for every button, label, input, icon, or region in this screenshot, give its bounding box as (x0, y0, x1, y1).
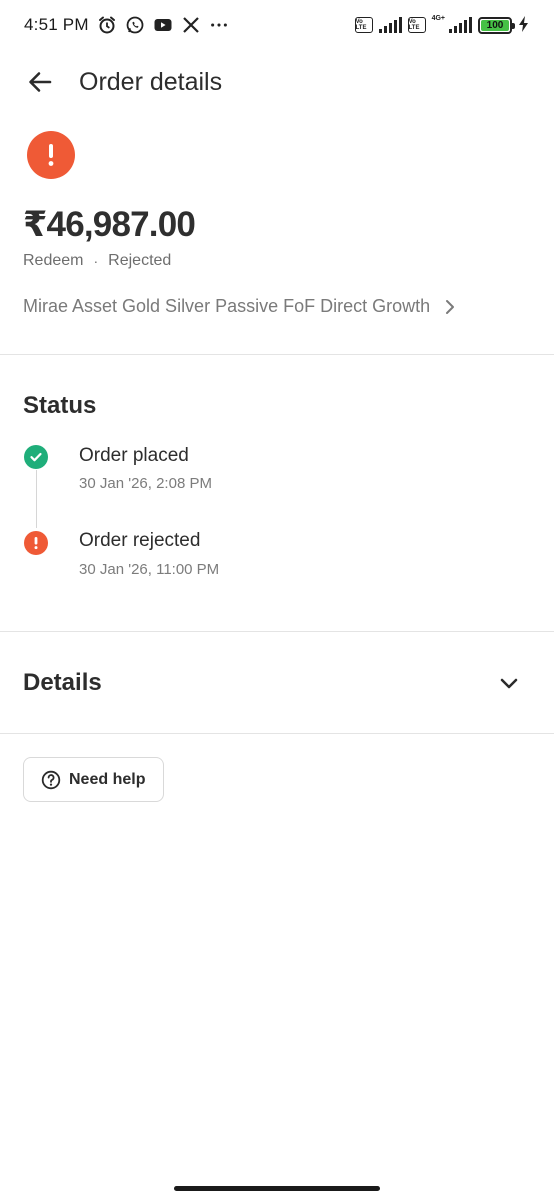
step-time: 30 Jan '26, 11:00 PM (79, 561, 220, 578)
divider (0, 631, 554, 632)
order-meta: Redeem · Rejected (23, 252, 171, 270)
status-bar: 4:51 PM Vo LTE Vo LTE 4G+ 100 (0, 0, 554, 50)
details-expander[interactable]: Details (0, 653, 554, 713)
app-header: Order details (0, 56, 554, 108)
step-placed-status (24, 445, 48, 469)
alert-icon (34, 537, 38, 550)
home-indicator[interactable] (174, 1186, 380, 1191)
details-section-title: Details (23, 669, 102, 696)
status-section-title: Status (23, 392, 97, 419)
youtube-icon (153, 15, 173, 35)
divider (0, 354, 554, 355)
whatsapp-icon (125, 15, 145, 35)
arrow-left-icon (29, 72, 52, 92)
meta-separator: · (93, 253, 99, 269)
step-title: Order rejected (79, 530, 201, 551)
status-time: 4:51 PM (24, 15, 89, 34)
signal-icon-2 (449, 17, 472, 33)
fund-name: Mirae Asset Gold Silver Passive FoF Dire… (23, 296, 431, 316)
order-details-screen: 4:51 PM Vo LTE Vo LTE 4G+ 100 Order deta… (0, 0, 554, 1200)
order-status: Rejected (108, 252, 172, 269)
step-time: 30 Jan '26, 2:08 PM (79, 475, 212, 492)
volte-icon: Vo LTE (407, 17, 426, 33)
question-circle-icon (41, 770, 61, 789)
need-help-label: Need help (69, 770, 146, 788)
need-help-button[interactable]: Need help (23, 757, 164, 802)
divider (0, 733, 554, 734)
order-amount: ₹46,987.00 (23, 205, 196, 244)
chevron-down-icon (500, 678, 518, 689)
back-button[interactable] (24, 66, 56, 98)
battery-level: 100 (486, 19, 504, 31)
signal-icon-1 (378, 17, 402, 33)
network-type: 4G+ (431, 14, 445, 22)
step-rejected-status (24, 531, 48, 555)
page-title: Order details (79, 68, 223, 96)
step-title: Order placed (79, 445, 189, 466)
fund-link[interactable]: Mirae Asset Gold Silver Passive FoF Dire… (23, 296, 456, 317)
more-icon (209, 15, 229, 35)
x-icon (181, 15, 201, 35)
alert-icon (48, 144, 54, 166)
order-type: Redeem (23, 252, 84, 269)
charging-icon (518, 15, 530, 36)
rejected-status-icon (27, 131, 75, 179)
alarm-icon (97, 15, 117, 35)
check-icon (30, 452, 42, 462)
battery-icon: 100 (478, 16, 515, 34)
chevron-right-icon (446, 299, 455, 314)
timeline-connector (36, 470, 37, 528)
volte-icon: Vo LTE (354, 17, 373, 33)
